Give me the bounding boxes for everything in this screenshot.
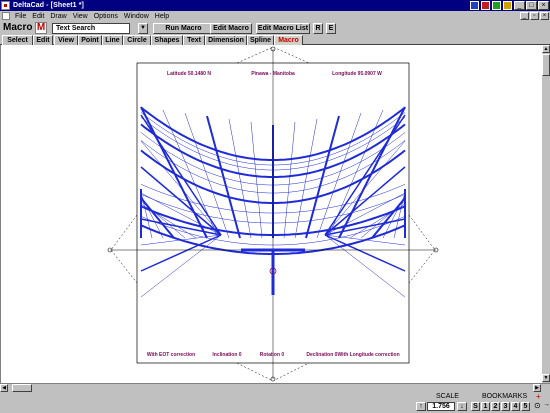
eot-label: With EOT correction [147,352,195,358]
status-bar: SCALE BOOKMARKS ↑ 1.756 ↓ S 1 2 3 4 5 ⊙ … [0,392,550,413]
menu-view[interactable]: View [70,13,91,20]
doc-restore-icon[interactable]: ▫ [530,12,539,20]
arrow-right-icon[interactable]: → [543,401,550,408]
longitude-label: Longitude 95.0907 W [332,71,382,77]
macro-toolbar-label: Macro [3,22,33,33]
bookmark-5-button[interactable]: 5 [521,402,530,411]
scroll-right-icon[interactable]: ▶ [533,384,541,392]
window-title: DeltaCad - [Sheet1 *] [13,2,84,9]
menu-bar: File Edit Draw View Options Window Help … [0,11,550,21]
tab-spline[interactable]: Spline [247,35,274,45]
bookmark-1-button[interactable]: 1 [481,402,490,411]
maximize-icon[interactable]: □ [526,1,537,10]
bookmarks-label: BOOKMARKS [482,393,528,400]
latitude-label: Latitude 50.1480 N [167,71,211,77]
inclination-label: Inclination 0 [212,352,241,358]
tray-icon[interactable] [503,1,512,10]
command-tabs: Select Edit View Point Line Circle Shape… [0,35,550,45]
menu-window[interactable]: Window [121,13,152,20]
tab-text[interactable]: Text [183,35,205,45]
doc-minimize-icon[interactable]: _ [520,12,529,20]
document-icon[interactable] [2,12,10,20]
scale-value[interactable]: 1.756 [427,402,455,411]
arrow-down-icon: ↓ [460,403,464,410]
location-label: Pinawa - Manitoba [251,71,295,77]
tab-view[interactable]: View [54,35,78,45]
edit-macro-list-button[interactable]: Edit Macro List [256,23,310,34]
taskbar-icons [470,1,512,10]
horizontal-scroll-thumb[interactable] [12,384,32,392]
scale-label: SCALE [436,393,459,400]
scale-up-button[interactable]: ↑ [416,402,426,411]
macro-dropdown-button[interactable]: ▼ [138,23,148,34]
menu-draw[interactable]: Draw [47,13,69,20]
tab-line[interactable]: Line [102,35,123,45]
tab-select[interactable]: Select [2,35,33,45]
window-controls: _ □ × [514,1,549,10]
tab-point[interactable]: Point [78,35,102,45]
bookmark-2-button[interactable]: 2 [491,402,500,411]
document-window-controls: _ ▫ × [520,12,549,20]
sundial-drawing: Latitude 50.1480 N Pinawa - Manitoba Lon… [107,46,439,382]
minimize-icon[interactable]: _ [514,1,525,10]
menu-options[interactable]: Options [91,13,121,20]
crosshair-icon: + [536,392,541,401]
edit-macro-button[interactable]: Edit Macro [210,23,252,34]
vertical-scrollbar[interactable]: ▲ ▼ [542,45,550,383]
scroll-left-icon[interactable]: ◀ [0,384,8,392]
scroll-down-icon[interactable]: ▼ [542,374,550,382]
tab-edit[interactable]: Edit [33,35,53,45]
bookmark-4-button[interactable]: 4 [511,402,520,411]
drawing-canvas[interactable]: Latitude 50.1480 N Pinawa - Manitoba Lon… [0,45,542,383]
menu-file[interactable]: File [12,13,29,20]
tray-icon[interactable] [492,1,501,10]
macro-select-field[interactable]: Text Search [52,23,130,34]
menu-help[interactable]: Help [152,13,172,20]
bookmark-3-button[interactable]: 3 [501,402,510,411]
rotation-label: Rotation 0 [260,352,285,358]
target-icon[interactable]: ⊙ [534,401,541,410]
scale-down-button[interactable]: ↓ [457,402,467,411]
menu-edit[interactable]: Edit [29,13,47,20]
declination-label: Declination 0With Longitude correction [306,352,399,358]
title-bar: DeltaCad - [Sheet1 *] _ □ × [0,0,550,11]
arrow-up-icon: ↑ [419,403,423,410]
deltacad-app-icon[interactable] [1,1,10,10]
vertical-scroll-thumb[interactable] [542,54,550,76]
bookmark-s-button[interactable]: S [471,402,480,411]
macro-icon[interactable]: M [35,22,47,34]
tab-macro[interactable]: Macro [274,35,303,45]
scroll-up-icon[interactable]: ▲ [542,45,550,53]
tab-shapes[interactable]: Shapes [151,35,183,45]
horizontal-scrollbar[interactable]: ◀ ▶ [0,383,550,392]
macro-toolbar: Macro M Text Search ▼ Run Macro Edit Mac… [0,21,550,35]
tray-icon[interactable] [481,1,490,10]
doc-close-icon[interactable]: × [540,12,549,20]
tab-dimension[interactable]: Dimension [205,35,247,45]
chevron-down-icon: ▼ [140,25,146,31]
tab-circle[interactable]: Circle [123,35,151,45]
r-button[interactable]: R [313,23,323,34]
run-macro-button[interactable]: Run Macro [153,23,214,34]
e-button[interactable]: E [326,23,336,34]
tray-icon[interactable] [470,1,479,10]
close-icon[interactable]: × [538,1,549,10]
